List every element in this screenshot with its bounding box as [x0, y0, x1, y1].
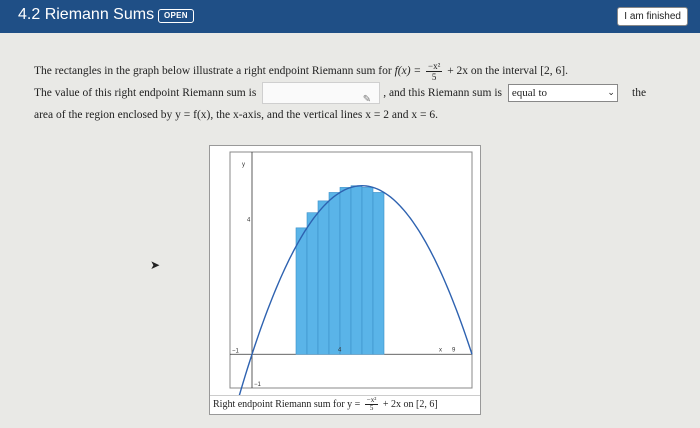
caption-fraction-denominator: 5	[369, 404, 374, 413]
question-intro: The rectangles in the graph below illust…	[34, 65, 395, 77]
riemann-bar	[339, 187, 352, 355]
y-axis-label: y	[242, 162, 245, 168]
riemann-sum-answer-input[interactable]: ✎	[262, 82, 381, 105]
mouse-cursor-icon: ➤	[150, 258, 161, 272]
comparison-select-value: equal to	[511, 87, 548, 100]
caption-prefix: Right endpoint Riemann sum for y =	[213, 399, 363, 410]
riemann-graph: y 4 −1 4 x 9 −1 Right endpoint Riemann sum for…	[209, 145, 481, 415]
x-axis-label: x	[439, 347, 442, 353]
riemann-bar	[306, 212, 319, 355]
caption-fraction: −x² 5	[364, 397, 379, 413]
question-line-1: The rectangles in the graph below illust…	[34, 60, 674, 82]
page-title: 4.2 Riemann Sums	[18, 6, 155, 23]
x-tick-label: −1	[232, 348, 240, 354]
y-tick-label: 4	[247, 217, 251, 223]
fraction-numerator: −x²	[426, 60, 443, 72]
x-tick-label: 9	[452, 347, 456, 353]
question-line-2: The value of this right endpoint Riemann…	[34, 82, 674, 105]
riemann-bar	[350, 185, 363, 355]
caption-suffix: + 2x on [2, 6]	[380, 399, 438, 410]
riemann-bar	[361, 187, 374, 355]
comparison-select[interactable]: equal to ⌄	[507, 84, 618, 103]
function-lhs: f(x) =	[394, 65, 425, 77]
question-line-3: area of the region enclosed by y = f(x),…	[34, 104, 674, 126]
question-value-text: The value of this right endpoint Riemann…	[34, 87, 257, 99]
riemann-bar	[372, 192, 385, 355]
fraction-denominator: 5	[431, 71, 437, 82]
question-text: The rectangles in the graph below illust…	[34, 60, 674, 126]
riemann-bar	[317, 200, 330, 355]
y-tick-label: −1	[254, 382, 262, 388]
question-region-text: area of the region enclosed by y = f(x),…	[34, 109, 438, 121]
riemann-bar	[328, 192, 341, 355]
riemann-chart: y4−1 4 x 9−1	[229, 151, 473, 396]
status-badge: OPEN	[158, 9, 194, 23]
riemann-bar	[295, 227, 308, 355]
function-fraction: −x² 5	[426, 60, 443, 82]
chevron-down-icon: ⌄	[607, 88, 615, 99]
graph-caption: Right endpoint Riemann sum for y = −x² 5 …	[210, 395, 480, 414]
app-header: 4.2 Riemann Sums OPEN I am finished	[0, 0, 700, 33]
function-rhs: + 2x on the interval [2, 6].	[444, 65, 569, 77]
finish-button[interactable]: I am finished	[617, 7, 688, 26]
question-comparison-text: , and this Riemann sum is	[383, 87, 503, 99]
question-the-text: the	[632, 87, 647, 99]
